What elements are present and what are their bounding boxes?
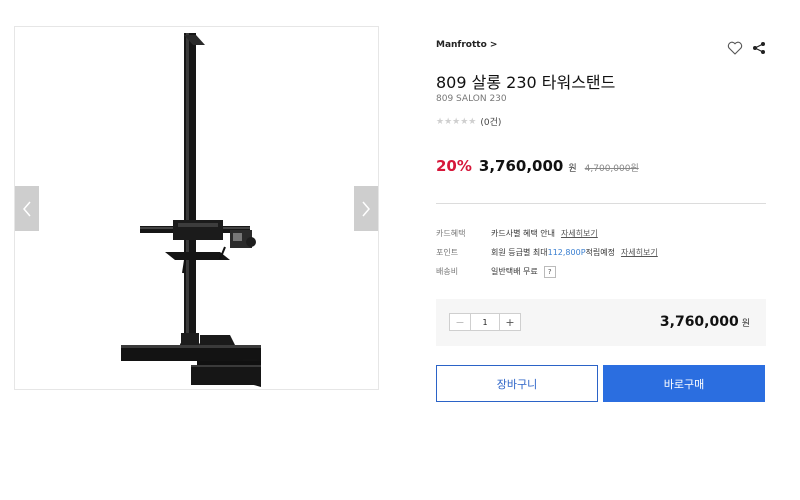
- add-to-cart-button[interactable]: 장바구니: [436, 365, 598, 402]
- total-unit: 원: [741, 319, 750, 329]
- product-info-panel: Manfrotto > 809 살롱 230 타워스탠드 809 SALON 2…: [436, 0, 766, 500]
- chevron-right-icon: [362, 201, 370, 216]
- discount-rate: 20%: [436, 157, 472, 175]
- total-amount: 3,760,000: [659, 314, 739, 330]
- shipping-value: 일반택배 무료: [491, 267, 538, 276]
- point-prefix: 회원 등급별 최대: [491, 248, 548, 257]
- product-title: 809 살롱 230 타워스탠드: [436, 73, 616, 92]
- product-gallery: [14, 26, 379, 390]
- shipping-help-button[interactable]: ?: [543, 265, 556, 278]
- point-amount: 112,800P: [547, 248, 586, 257]
- product-subtitle: 809 SALON 230: [436, 94, 507, 104]
- benefits-list: 카드혜택 카드사별 혜택 안내 자세히보기 포인트 회원 등급별 최대 112,…: [436, 224, 766, 281]
- total-price: 3,760,000 원: [660, 314, 750, 330]
- point-detail-link[interactable]: 자세히보기: [621, 247, 658, 258]
- gallery-prev-button[interactable]: [15, 186, 39, 231]
- sale-price: 3,760,000: [478, 157, 564, 175]
- card-detail-link[interactable]: 자세히보기: [561, 228, 598, 239]
- original-price: 4,700,000원: [584, 164, 639, 174]
- price-unit: 원: [568, 164, 577, 174]
- quantity-input[interactable]: [470, 314, 500, 330]
- quantity-decrease-button[interactable]: −: [450, 314, 470, 330]
- buy-now-button[interactable]: 바로구매: [603, 365, 765, 402]
- price-row: 20% 3,760,000 원 4,700,000원: [436, 157, 639, 175]
- quantity-increase-button[interactable]: +: [500, 314, 520, 330]
- benefit-label: 카드혜택: [436, 229, 466, 238]
- benefit-label: 포인트: [436, 248, 459, 257]
- star-rating: ★★★★★: [436, 116, 477, 127]
- brand-link[interactable]: Manfrotto >: [436, 40, 497, 50]
- order-box: − + 3,760,000 원: [436, 299, 766, 346]
- benefit-point: 포인트 회원 등급별 최대 112,800P 적립예정 자세히보기: [436, 243, 766, 262]
- share-icon[interactable]: [752, 40, 766, 59]
- benefit-label: 배송비: [436, 267, 459, 276]
- quantity-stepper: − +: [449, 313, 521, 331]
- point-suffix: 적립예정: [585, 248, 615, 257]
- gallery-next-button[interactable]: [354, 186, 378, 231]
- heart-outline-icon[interactable]: [727, 40, 743, 59]
- product-image: [121, 33, 261, 387]
- review-count[interactable]: (0건): [480, 115, 501, 128]
- benefit-shipping: 배송비 일반택배 무료 ?: [436, 262, 766, 281]
- benefit-card: 카드혜택 카드사별 혜택 안내 자세히보기: [436, 224, 766, 243]
- chevron-left-icon: [23, 201, 31, 216]
- benefit-value: 카드사별 혜택 안내: [491, 229, 555, 238]
- divider: [436, 203, 766, 204]
- rating: ★★★★★ (0건): [436, 115, 501, 129]
